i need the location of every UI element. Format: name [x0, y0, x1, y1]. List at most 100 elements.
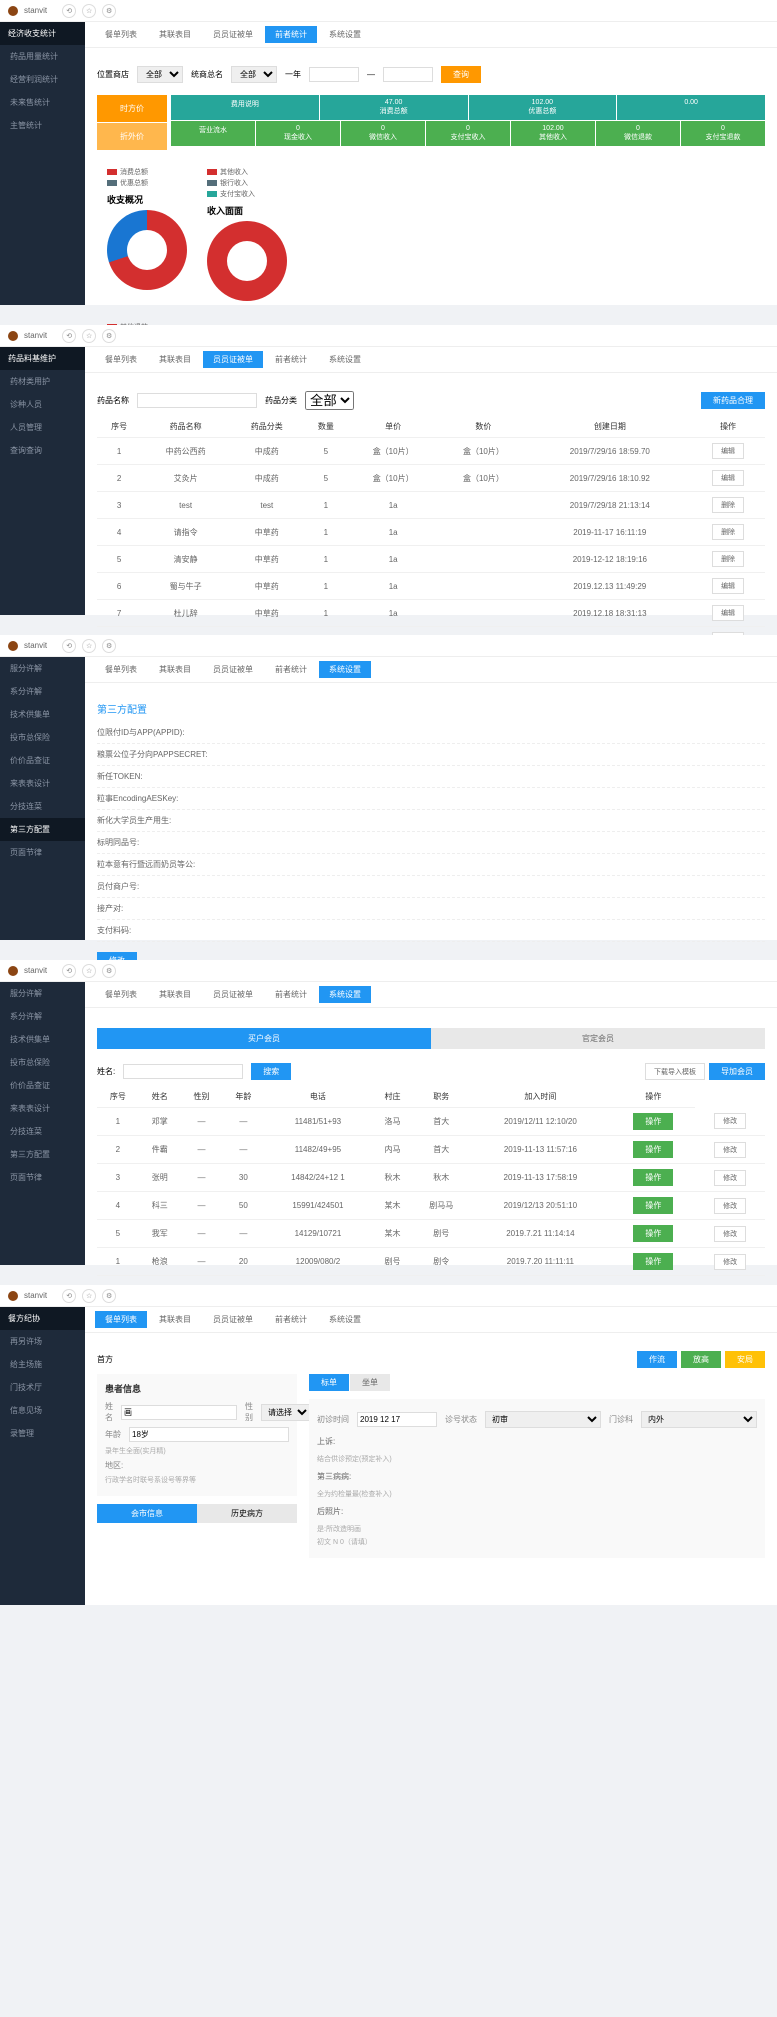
side-item[interactable]: 诊种人员: [0, 393, 85, 416]
mtab-2[interactable]: 坐单: [350, 1374, 390, 1391]
stat-lab2: 折外价: [97, 123, 167, 150]
add-btn[interactable]: 新药品合理: [701, 392, 765, 409]
side-item[interactable]: 药材类用护: [0, 370, 85, 393]
side-item[interactable]: 服分许解: [0, 982, 85, 1005]
action-btn[interactable]: 操作: [633, 1141, 673, 1158]
tab-5[interactable]: 系统设置: [319, 26, 371, 43]
side-item[interactable]: 投市总保险: [0, 1051, 85, 1074]
table-row: 3张明—3014842/24+12 1秋木秋木2019-11-13 17:58:…: [97, 1164, 765, 1192]
side-item-3[interactable]: 未来售统计: [0, 91, 85, 114]
side-item[interactable]: 页面节律: [0, 1166, 85, 1189]
gear-icon[interactable]: ⚙: [102, 4, 116, 18]
dtab-2[interactable]: 官定会员: [431, 1028, 765, 1049]
gender-select[interactable]: 请选择: [261, 1404, 311, 1421]
action-btn[interactable]: 操作: [633, 1225, 673, 1242]
btab-1[interactable]: 会市信息: [97, 1504, 197, 1523]
search-btn[interactable]: 搜索: [251, 1063, 291, 1080]
side-item[interactable]: 分技连菜: [0, 1120, 85, 1143]
filter-l1: 位置商店: [97, 69, 129, 80]
table-row: 4请指令中草药11a2019-11-17 16:11:19删除: [97, 519, 765, 546]
side-item[interactable]: 第三方配置: [0, 1143, 85, 1166]
side-item[interactable]: 系分许解: [0, 1005, 85, 1028]
config-field: 员付商户号:: [97, 876, 765, 898]
table-row: 1枪浪—2012009/080/2剧号剧令2019.7.20 11:11:11操…: [97, 1248, 765, 1276]
edit-btn[interactable]: 删除: [712, 551, 744, 567]
action-btn[interactable]: 操作: [633, 1169, 673, 1186]
action-btn[interactable]: 修改: [714, 1226, 746, 1242]
side-item-4[interactable]: 主管统计: [0, 114, 85, 137]
table-row: 5我军——14129/10721某木剧号2019.7.21 11:14:14操作…: [97, 1220, 765, 1248]
chart-2: 其他收入银行收入支付宝收入 收入面面: [207, 166, 287, 301]
edit-btn[interactable]: 编辑: [712, 605, 744, 621]
config-field: 粒本意有行暨远而奶员等公:: [97, 854, 765, 876]
action-btn[interactable]: 操作: [633, 1253, 673, 1270]
side-item[interactable]: 页面节律: [0, 841, 85, 864]
edit-btn[interactable]: 编辑: [712, 443, 744, 459]
side-item[interactable]: 来表表设计: [0, 772, 85, 795]
action-btn[interactable]: 修改: [714, 1254, 746, 1270]
action-btn[interactable]: 操作: [633, 1197, 673, 1214]
dtab-1[interactable]: 买户会员: [97, 1028, 431, 1049]
action-btn[interactable]: 修改: [714, 1198, 746, 1214]
btn-3[interactable]: 安局: [725, 1351, 765, 1368]
side-item[interactable]: 人员管理: [0, 416, 85, 439]
btn-2[interactable]: 放高: [681, 1351, 721, 1368]
side-item-1[interactable]: 药品用量统计: [0, 45, 85, 68]
dept-select[interactable]: 内外: [641, 1411, 757, 1428]
side-item[interactable]: 技术供集单: [0, 1028, 85, 1051]
action-btn[interactable]: 修改: [714, 1170, 746, 1186]
name-input[interactable]: [137, 393, 257, 408]
cat-select[interactable]: 全部: [305, 391, 354, 410]
name-input[interactable]: [121, 1405, 237, 1420]
side-item[interactable]: 查询查询: [0, 439, 85, 462]
action-btn[interactable]: 操作: [633, 1113, 673, 1130]
name-filter[interactable]: [123, 1064, 243, 1079]
side-item[interactable]: 技术供集单: [0, 703, 85, 726]
side-item[interactable]: 服分许解: [0, 657, 85, 680]
edit-btn[interactable]: 删除: [712, 497, 744, 513]
logo: [8, 331, 18, 341]
age-input[interactable]: [129, 1427, 289, 1442]
stat-lab1: 时方价: [97, 95, 167, 122]
date-from[interactable]: [309, 67, 359, 82]
side-item[interactable]: 投市总保险: [0, 726, 85, 749]
table-row: 1中药公西药中成药5盒（10片）盒（10片）2019/7/29/16 18:59…: [97, 438, 765, 465]
action-btn[interactable]: 修改: [714, 1142, 746, 1158]
edit-btn[interactable]: 删除: [712, 524, 744, 540]
import-btn[interactable]: 导加会员: [709, 1063, 765, 1080]
member-table: 序号姓名性别年龄电话村庄职务加入时间操作 1邓掌——11481/51+93洛马首…: [97, 1086, 765, 1276]
download-btn[interactable]: 下载导入模板: [645, 1063, 705, 1080]
stat-v3: 0.00: [617, 95, 765, 120]
query-btn[interactable]: 查询: [441, 66, 481, 83]
side-item-2[interactable]: 经营利润统计: [0, 68, 85, 91]
date-input[interactable]: [357, 1412, 437, 1427]
action-btn[interactable]: 修改: [714, 1113, 746, 1129]
side-item[interactable]: 系分许解: [0, 680, 85, 703]
edit-btn[interactable]: 编辑: [712, 578, 744, 594]
date-to[interactable]: [383, 67, 433, 82]
btab-2[interactable]: 历史病方: [197, 1504, 297, 1523]
status-select[interactable]: 初审: [485, 1411, 601, 1428]
btn-1[interactable]: 作流: [637, 1351, 677, 1368]
refresh-icon[interactable]: ⟲: [62, 4, 76, 18]
chart-1: 消费总额优惠总额 收支概况: [107, 166, 187, 301]
filter-s2[interactable]: 全部: [231, 66, 277, 83]
side-item[interactable]: 分技连菜: [0, 795, 85, 818]
tab-3[interactable]: 员员证被单: [203, 26, 263, 43]
tab-2[interactable]: 其联表目: [149, 26, 201, 43]
side-item[interactable]: 来表表设计: [0, 1097, 85, 1120]
star-icon[interactable]: ☆: [82, 4, 96, 18]
side-item[interactable]: 价价品查证: [0, 749, 85, 772]
tab-4[interactable]: 前者统计: [265, 26, 317, 43]
table-row: 2件霸——11482/49+95内马首大2019-11-13 11:57:16操…: [97, 1136, 765, 1164]
config-field: 粮票公位子分向PAPPSECRET:: [97, 744, 765, 766]
tab-1[interactable]: 餐单列表: [95, 26, 147, 43]
logo: [8, 6, 18, 16]
filter-s1[interactable]: 全部: [137, 66, 183, 83]
stat-v2: 102.00优惠总额: [469, 95, 617, 120]
edit-btn[interactable]: 编辑: [712, 470, 744, 486]
table-row: 4科三—5015991/424501某木剧马马2019/12/13 20:51:…: [97, 1192, 765, 1220]
side-item[interactable]: 价价品查证: [0, 1074, 85, 1097]
mtab-1[interactable]: 标单: [309, 1374, 349, 1391]
side-item[interactable]: 第三方配置: [0, 818, 85, 841]
